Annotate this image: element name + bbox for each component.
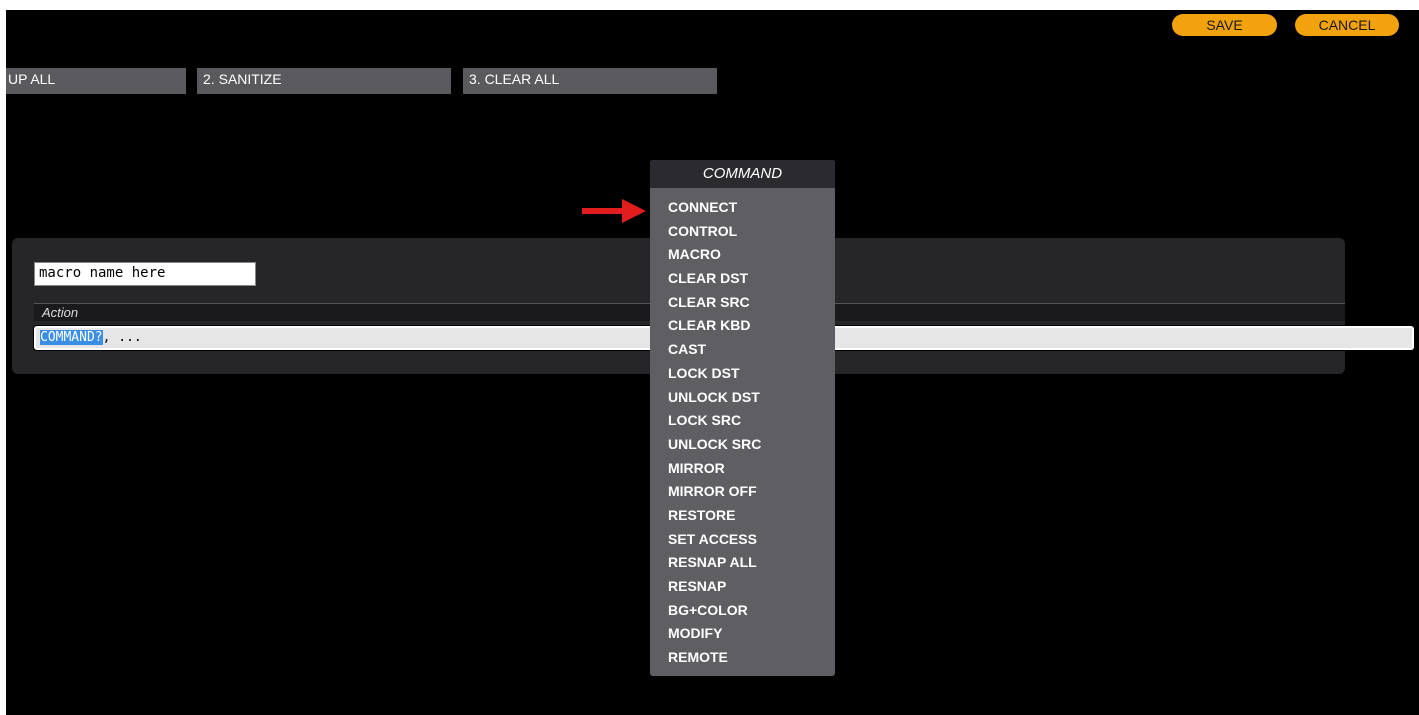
menu-item-resnap[interactable]: RESNAP [668, 575, 835, 599]
menu-item-resnap-all[interactable]: RESNAP ALL [668, 551, 835, 575]
command-dropdown-menu: COMMAND CONNECT CONTROL MACRO CLEAR DST … [650, 160, 835, 676]
macro-tab-up-all[interactable]: UP ALL [6, 68, 186, 94]
menu-item-unlock-src[interactable]: UNLOCK SRC [668, 433, 835, 457]
menu-item-control[interactable]: CONTROL [668, 220, 835, 244]
red-arrow-icon [582, 199, 646, 223]
command-menu-header: COMMAND [650, 160, 835, 188]
menu-item-bg-color[interactable]: BG+COLOR [668, 599, 835, 623]
macro-tab-clear-all[interactable]: 3. CLEAR ALL [463, 68, 717, 94]
menu-item-remote[interactable]: REMOTE [668, 646, 835, 670]
save-button[interactable]: SAVE [1172, 14, 1277, 36]
menu-item-macro[interactable]: MACRO [668, 243, 835, 267]
macro-tab-sanitize[interactable]: 2. SANITIZE [197, 68, 451, 94]
command-menu-list: CONNECT CONTROL MACRO CLEAR DST CLEAR SR… [650, 188, 835, 670]
menu-item-clear-src[interactable]: CLEAR SRC [668, 291, 835, 315]
action-rest-text: , ... [102, 330, 142, 345]
menu-item-mirror-off[interactable]: MIRROR OFF [668, 480, 835, 504]
app-screen: SAVE CANCEL UP ALL 2. SANITIZE 3. CLEAR … [6, 10, 1419, 715]
menu-item-lock-dst[interactable]: LOCK DST [668, 362, 835, 386]
menu-item-cast[interactable]: CAST [668, 338, 835, 362]
menu-item-lock-src[interactable]: LOCK SRC [668, 409, 835, 433]
menu-item-connect[interactable]: CONNECT [668, 196, 835, 220]
action-selected-text: COMMAND? [40, 330, 103, 345]
menu-item-modify[interactable]: MODIFY [668, 622, 835, 646]
menu-item-clear-kbd[interactable]: CLEAR KBD [668, 314, 835, 338]
macro-name-input[interactable]: macro name here [34, 262, 256, 286]
menu-item-unlock-dst[interactable]: UNLOCK DST [668, 386, 835, 410]
menu-item-clear-dst[interactable]: CLEAR DST [668, 267, 835, 291]
menu-item-mirror[interactable]: MIRROR [668, 457, 835, 481]
menu-item-set-access[interactable]: SET ACCESS [668, 528, 835, 552]
cancel-button[interactable]: CANCEL [1295, 14, 1399, 36]
menu-item-restore[interactable]: RESTORE [668, 504, 835, 528]
